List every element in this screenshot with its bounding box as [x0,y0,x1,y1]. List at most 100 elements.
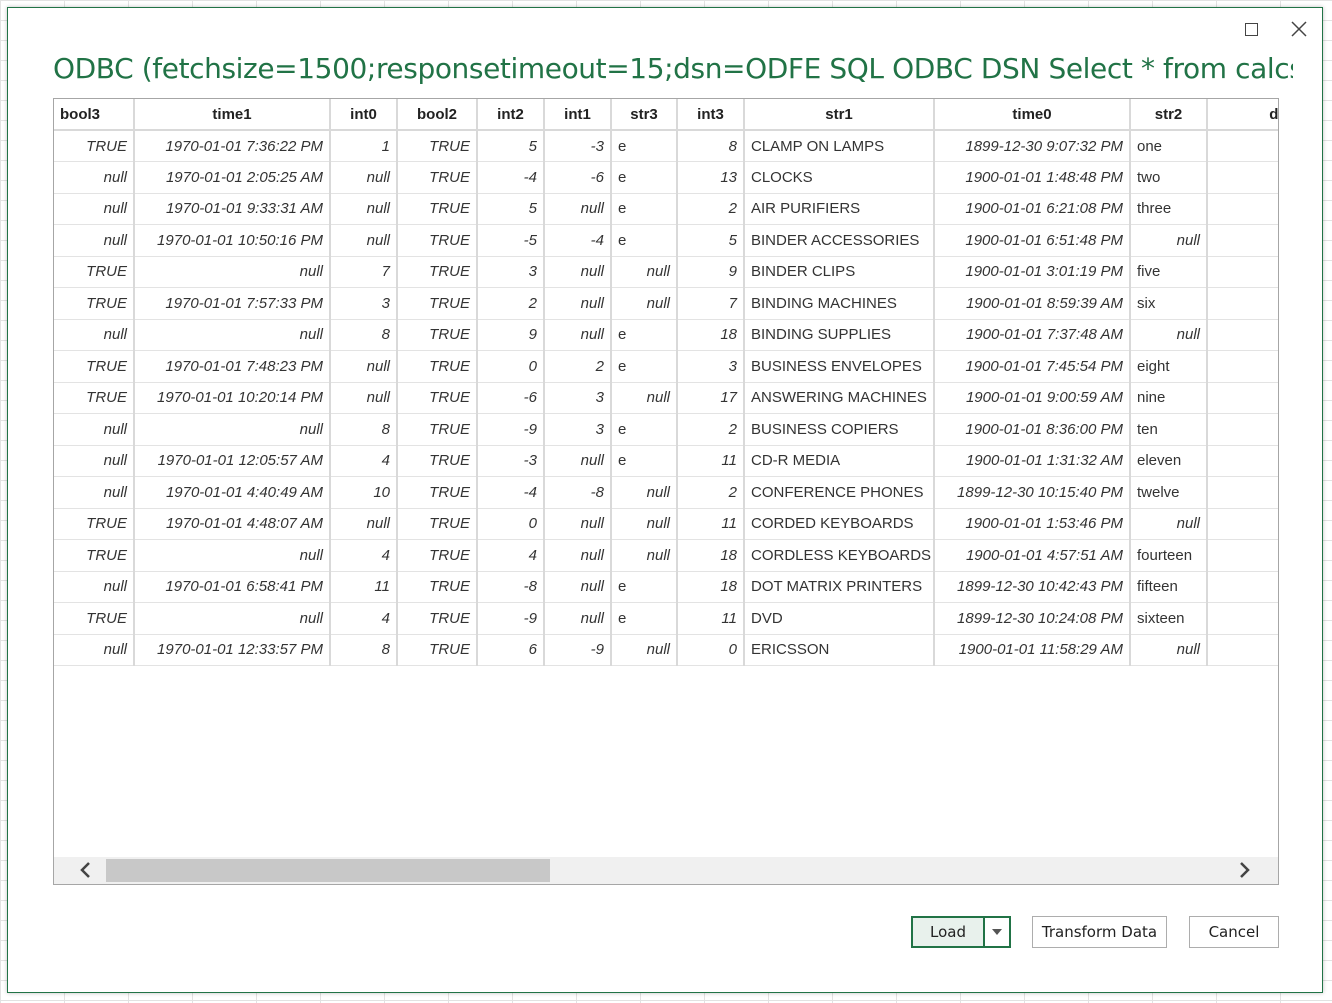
table-cell-int1[interactable]: -4 [544,224,612,257]
table-cell-str3[interactable]: e [611,350,678,383]
table-cell-time1[interactable]: 1970-01-01 10:50:16 PM [134,224,331,257]
table-cell-str1[interactable]: BINDING SUPPLIES [744,319,935,351]
table-cell-int3[interactable]: 11 [677,445,745,477]
table-cell-str3[interactable]: e [611,413,678,446]
table-cell-int2[interactable]: -9 [477,602,545,635]
close-button[interactable] [1282,14,1316,44]
table-cell-int1[interactable]: 2 [544,350,612,383]
table-cell-int2[interactable]: 9 [477,319,545,351]
table-cell-str3[interactable]: null [611,382,678,414]
table-cell-str3[interactable]: e [611,161,678,194]
column-header-int2[interactable]: int2 [477,99,545,131]
table-cell-time0[interactable]: 1900-01-01 9:00:59 AM [934,382,1131,414]
table-cell-dat[interactable]: 2004-07- [1207,539,1278,572]
table-cell-time0[interactable]: 1900-01-01 8:36:00 PM [934,413,1131,446]
table-cell-int3[interactable]: 8 [677,130,745,162]
table-cell-time0[interactable]: 1899-12-30 10:24:08 PM [934,602,1131,635]
table-cell-time1[interactable]: 1970-01-01 7:36:22 PM [134,130,331,162]
table-cell-int1[interactable]: null [544,539,612,572]
table-cell-bool3[interactable]: TRUE [54,382,135,414]
table-cell-bool3[interactable]: null [54,193,135,225]
table-cell-str2[interactable]: three [1130,193,1208,225]
table-cell-time1[interactable]: null [134,319,331,351]
table-cell-str1[interactable]: BINDING MACHINES [744,287,935,320]
table-cell-int3[interactable]: 5 [677,224,745,257]
table-cell-time0[interactable]: 1899-12-30 10:42:43 PM [934,571,1131,603]
table-cell-str1[interactable]: CLAMP ON LAMPS [744,130,935,162]
table-cell-bool2[interactable]: TRUE [397,476,478,509]
table-cell-dat[interactable]: 2004-0 [1207,476,1278,509]
table-cell-time1[interactable]: 1970-01-01 7:48:23 PM [134,350,331,383]
maximize-button[interactable] [1234,14,1268,44]
table-cell-str3[interactable]: e [611,602,678,635]
column-header-time1[interactable]: time1 [134,99,331,131]
table-cell-int2[interactable]: 2 [477,287,545,320]
table-cell-time1[interactable]: null [134,256,331,288]
table-row[interactable]: TRUE null 4 TRUE -9 null e 11 DVD 1899-12-30 10:2… [54,602,1278,635]
table-cell-str1[interactable]: BUSINESS ENVELOPES [744,350,935,383]
table-cell-int0[interactable]: 8 [330,634,398,666]
table-cell-bool2[interactable]: TRUE [397,193,478,225]
table-cell-int3[interactable]: 17 [677,382,745,414]
table-cell-time1[interactable]: null [134,413,331,446]
table-cell-str1[interactable]: CORDLESS KEYBOARDS [744,539,935,572]
table-cell-bool2[interactable]: TRUE [397,161,478,194]
load-button[interactable]: Load [911,916,985,948]
scroll-left-button[interactable] [76,860,96,880]
table-cell-time0[interactable]: 1900-01-01 11:58:29 AM [934,634,1131,666]
table-cell-time0[interactable]: 1900-01-01 6:21:08 PM [934,193,1131,225]
table-cell-str2[interactable]: two [1130,161,1208,194]
table-cell-int1[interactable]: 3 [544,382,612,414]
table-cell-time0[interactable]: 1900-01-01 3:01:19 PM [934,256,1131,288]
table-cell-int1[interactable]: -6 [544,161,612,194]
table-cell-str2[interactable]: one [1130,130,1208,162]
table-cell-dat[interactable]: 2004-0 [1207,602,1278,635]
table-cell-str1[interactable]: BINDER CLIPS [744,256,935,288]
table-cell-time0[interactable]: 1900-01-01 4:57:51 AM [934,539,1131,572]
table-cell-bool3[interactable]: TRUE [54,256,135,288]
table-cell-str3[interactable]: e [611,130,678,162]
table-cell-str2[interactable]: five [1130,256,1208,288]
table-cell-int3[interactable]: 2 [677,413,745,446]
table-cell-bool2[interactable]: TRUE [397,130,478,162]
table-cell-str2[interactable]: null [1130,319,1208,351]
table-cell-str3[interactable]: null [611,256,678,288]
table-cell-bool2[interactable]: TRUE [397,413,478,446]
table-cell-dat[interactable]: 2004-0 [1207,350,1278,383]
table-cell-str3[interactable]: null [611,539,678,572]
table-cell-dat[interactable]: 2004-07- [1207,382,1278,414]
table-row[interactable]: TRUE null 7 TRUE 3 null null 9 BINDER CLIPS 1900-… [54,256,1278,288]
table-cell-int2[interactable]: -6 [477,382,545,414]
column-header-str2[interactable]: str2 [1130,99,1208,131]
transform-data-button[interactable]: Transform Data [1032,916,1167,948]
table-cell-int0[interactable]: 3 [330,287,398,320]
table-cell-str2[interactable]: fifteen [1130,571,1208,603]
table-cell-str1[interactable]: CLOCKS [744,161,935,194]
table-cell-int1[interactable]: null [544,256,612,288]
table-cell-str3[interactable]: null [611,508,678,540]
table-cell-bool2[interactable]: TRUE [397,634,478,666]
table-cell-time0[interactable]: 1900-01-01 1:31:32 AM [934,445,1131,477]
table-cell-dat[interactable]: 2004-0 [1207,224,1278,257]
table-cell-dat[interactable]: 2004-07- [1207,256,1278,288]
table-cell-str1[interactable]: DVD [744,602,935,635]
table-cell-time0[interactable]: 1899-12-30 10:15:40 PM [934,476,1131,509]
table-cell-int0[interactable]: null [330,350,398,383]
table-cell-time1[interactable]: 1970-01-01 12:33:57 PM [134,634,331,666]
table-cell-int0[interactable]: 8 [330,413,398,446]
table-cell-dat[interactable]: 2004-0 [1207,319,1278,351]
table-cell-int3[interactable]: 11 [677,602,745,635]
table-cell-bool2[interactable]: TRUE [397,382,478,414]
table-row[interactable]: null null 8 TRUE -9 3 e 2 BUSINESS COPIERS 1900-0… [54,413,1278,446]
table-cell-int0[interactable]: 1 [330,130,398,162]
table-cell-bool2[interactable]: TRUE [397,539,478,572]
table-cell-int3[interactable]: 18 [677,571,745,603]
table-cell-str1[interactable]: BUSINESS COPIERS [744,413,935,446]
table-cell-str3[interactable]: e [611,319,678,351]
table-cell-dat[interactable]: 2004-0 [1207,413,1278,446]
table-cell-int1[interactable]: 3 [544,413,612,446]
table-cell-time0[interactable]: 1900-01-01 7:37:48 AM [934,319,1131,351]
table-cell-bool2[interactable]: TRUE [397,224,478,257]
table-cell-int2[interactable]: -5 [477,224,545,257]
table-cell-int0[interactable]: null [330,508,398,540]
